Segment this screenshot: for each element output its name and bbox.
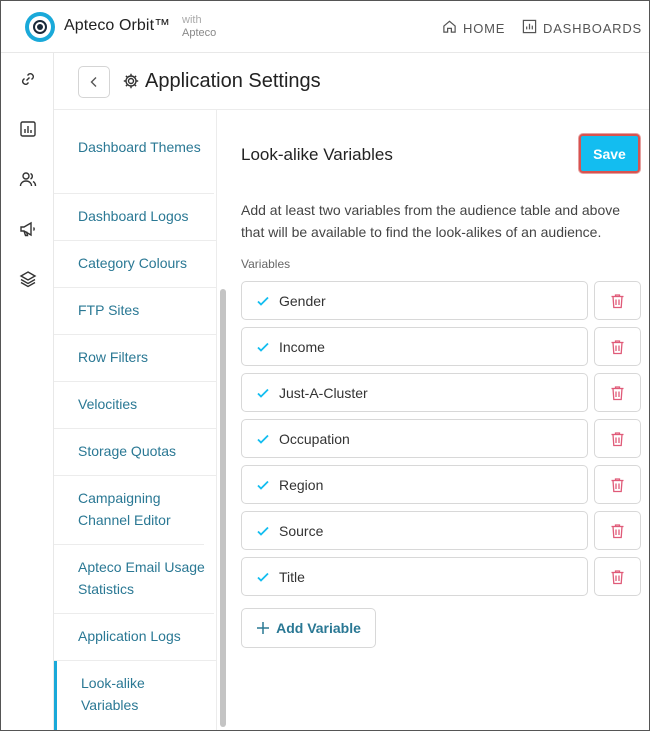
chart-icon[interactable] — [18, 119, 38, 139]
users-icon[interactable] — [18, 169, 38, 189]
nav-item-label: Category Colours — [78, 255, 187, 271]
check-icon — [257, 526, 269, 536]
settings-nav-item-velocities[interactable]: Velocities — [54, 382, 216, 429]
check-icon — [257, 572, 269, 582]
nav-item-label: Apteco Email Usage Statistics — [78, 559, 205, 597]
nav-home-label: HOME — [463, 20, 506, 36]
settings-nav-item-storage-quotas[interactable]: Storage Quotas — [54, 429, 216, 476]
add-variable-label: Add Variable — [276, 620, 361, 636]
check-icon — [257, 342, 269, 352]
page-header: Application Settings — [54, 53, 649, 110]
variable-row[interactable]: Just-A-Cluster — [241, 373, 588, 412]
settings-nav-item-application-logs[interactable]: Application Logs — [54, 614, 216, 661]
delete-variable-button[interactable] — [594, 557, 641, 596]
nav-dashboards-label: DASHBOARDS — [543, 20, 643, 36]
settings-nav-item-dashboard-themes[interactable]: Dashboard Themes — [54, 124, 214, 194]
settings-nav-item-ftp-sites[interactable]: FTP Sites — [54, 288, 216, 335]
plus-icon — [257, 622, 270, 634]
home-icon — [442, 19, 457, 37]
apteco-text: Apteco — [182, 27, 217, 39]
settings-nav-item-dashboard-logos[interactable]: Dashboard Logos — [54, 194, 216, 241]
check-icon — [257, 388, 269, 398]
settings-nav-scrollbar[interactable] — [220, 289, 226, 727]
settings-nav-item-category-colours[interactable]: Category Colours — [54, 241, 216, 288]
dashboards-icon — [522, 19, 537, 37]
trash-icon — [611, 569, 624, 584]
variable-name: Just-A-Cluster — [279, 385, 368, 401]
add-variable-button[interactable]: Add Variable — [241, 608, 376, 648]
check-icon — [257, 296, 269, 306]
variables-label: Variables — [241, 257, 291, 271]
save-button[interactable]: Save — [579, 134, 640, 173]
settings-nav-item-email-usage-statistics[interactable]: Apteco Email Usage Statistics — [54, 545, 214, 614]
gear-icon — [122, 72, 140, 90]
link-icon[interactable] — [18, 69, 38, 89]
variable-name: Title — [279, 569, 305, 585]
variable-name: Occupation — [279, 431, 350, 447]
check-icon — [257, 434, 269, 444]
variable-name: Gender — [279, 293, 326, 309]
nav-item-label: FTP Sites — [78, 302, 140, 318]
megaphone-icon[interactable] — [18, 219, 38, 239]
trash-icon — [611, 339, 624, 354]
page-title: Application Settings — [145, 70, 321, 92]
nav-item-label: Look-alike Variables — [81, 675, 145, 713]
settings-nav-item-row-filters[interactable]: Row Filters — [54, 335, 216, 382]
nav-item-label: Dashboard Logos — [78, 208, 189, 224]
nav-item-label: Velocities — [78, 396, 138, 412]
trash-icon — [611, 431, 624, 446]
delete-variable-button[interactable] — [594, 465, 641, 504]
with-text: with — [182, 14, 202, 26]
settings-nav: Dashboard Themes Dashboard Logos Categor… — [54, 110, 217, 730]
nav-item-label: Storage Quotas — [78, 443, 177, 459]
delete-variable-button[interactable] — [594, 419, 641, 458]
variable-row[interactable]: Gender — [241, 281, 588, 320]
brand-with-label: with Apteco — [182, 14, 216, 40]
logo-icon[interactable] — [25, 12, 55, 42]
variable-row[interactable]: Income — [241, 327, 588, 366]
back-button[interactable] — [78, 66, 110, 98]
top-bar: Apteco Orbit™ with Apteco HOME DASHBOARD… — [1, 1, 649, 53]
delete-variable-button[interactable] — [594, 511, 641, 550]
variable-name: Region — [279, 477, 324, 493]
nav-item-label: Dashboard Themes — [78, 139, 201, 155]
section-description: Add at least two variables from the audi… — [241, 202, 621, 240]
brand-name: Apteco Orbit™ — [64, 17, 171, 34]
chevron-left-icon — [90, 77, 97, 87]
trash-icon — [611, 523, 624, 538]
nav-item-label: Campaigning Channel Editor — [78, 490, 171, 528]
nav-item-label: Row Filters — [78, 349, 149, 365]
check-icon — [257, 480, 269, 490]
trash-icon — [611, 385, 624, 400]
trash-icon — [611, 293, 624, 308]
settings-nav-item-campaigning-channel-editor[interactable]: Campaigning Channel Editor — [54, 476, 204, 545]
nav-item-label: Application Logs — [78, 628, 181, 644]
delete-variable-button[interactable] — [594, 327, 641, 366]
delete-variable-button[interactable] — [594, 281, 641, 320]
app-window: Apteco Orbit™ with Apteco HOME DASHBOARD… — [0, 0, 650, 731]
variable-name: Source — [279, 523, 324, 539]
nav-home[interactable]: HOME — [442, 19, 505, 37]
section-title: Look-alike Variables — [241, 145, 393, 164]
variable-row[interactable]: Region — [241, 465, 588, 504]
layers-icon[interactable] — [18, 269, 38, 289]
icon-rail — [1, 53, 54, 730]
delete-variable-button[interactable] — [594, 373, 641, 412]
nav-dashboards[interactable]: DASHBOARDS — [522, 19, 642, 37]
variable-row[interactable]: Occupation — [241, 419, 588, 458]
settings-nav-item-look-alike-variables[interactable]: Look-alike Variables — [54, 661, 174, 730]
variable-row[interactable]: Source — [241, 511, 588, 550]
variable-row[interactable]: Title — [241, 557, 588, 596]
variable-name: Income — [279, 339, 325, 355]
trash-icon — [611, 477, 624, 492]
